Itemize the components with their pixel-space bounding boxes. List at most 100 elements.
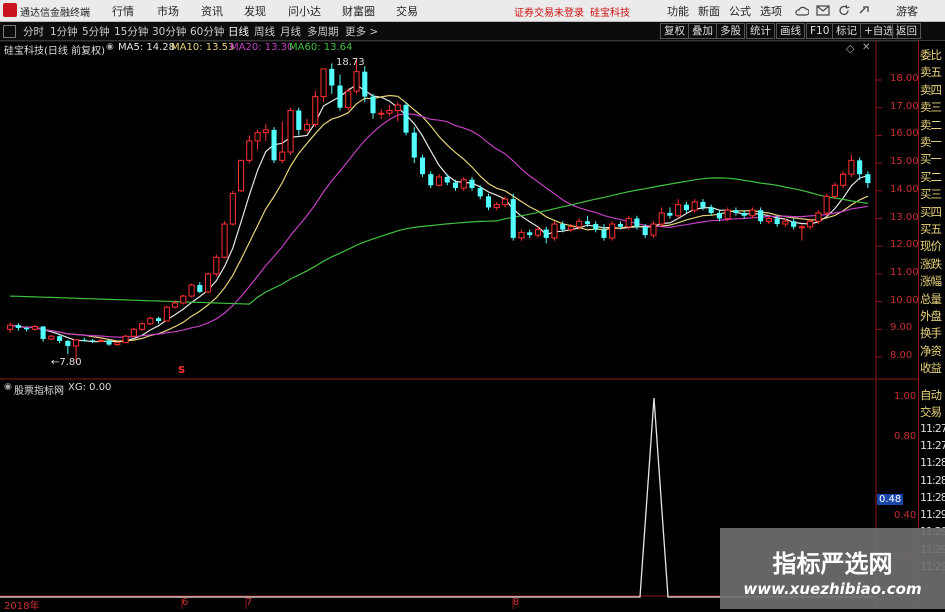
quote-label: 卖三 <box>920 100 942 115</box>
candle-body <box>625 218 632 228</box>
mail-icon[interactable] <box>816 4 830 17</box>
tab-more[interactable]: 更多 > <box>345 24 378 39</box>
candle <box>857 157 863 180</box>
price-tick: 12.00 <box>890 239 919 251</box>
candle-body <box>320 68 327 98</box>
button-overlay[interactable]: 叠加 <box>688 23 717 39</box>
candle-body <box>560 224 566 230</box>
menu-item-community[interactable]: 财富圈 <box>342 3 375 19</box>
quote-label: 外盘 <box>920 309 942 323</box>
menu-item-discover[interactable]: 发现 <box>244 3 266 19</box>
tab-intraday[interactable]: 分时 <box>23 24 44 39</box>
candle-body <box>658 212 665 225</box>
link-icon[interactable] <box>858 4 872 17</box>
tab-multi-period[interactable]: 多周期 <box>307 24 339 39</box>
candle <box>493 201 500 211</box>
login-warning[interactable]: 证券交易未登录 <box>514 4 584 19</box>
collapse-icon[interactable] <box>3 25 16 38</box>
indicator-title[interactable]: 股票指标网 <box>14 382 64 397</box>
candle <box>551 221 558 241</box>
quote-label: 收益 <box>920 361 942 376</box>
tab-30min[interactable]: 30分钟 <box>152 24 186 39</box>
candle-body <box>329 68 335 86</box>
candle <box>180 294 187 305</box>
quote-label: 买一 <box>920 152 942 167</box>
candle-body <box>419 157 426 175</box>
trade-label: 交易 <box>920 405 942 420</box>
tab-weekly[interactable]: 周线 <box>254 24 275 39</box>
refresh-icon[interactable] <box>837 4 851 17</box>
current-stock-name: 硅宝科技 <box>590 8 630 19</box>
candle <box>139 322 146 331</box>
button-mark[interactable]: 标记 <box>832 23 861 39</box>
candle <box>31 325 38 331</box>
candle-body <box>7 324 14 330</box>
candle-body <box>534 229 542 236</box>
tab-daily[interactable]: 日线 <box>228 24 249 39</box>
menu-item-new-page[interactable]: 新面 <box>698 3 720 19</box>
button-multi-stock[interactable]: 多股 <box>716 23 745 39</box>
candle-body <box>24 327 30 330</box>
menu-item-formula[interactable]: 公式 <box>729 3 751 19</box>
tab-1min[interactable]: 1分钟 <box>50 24 78 39</box>
candle-body <box>477 188 483 197</box>
quote-label: 买五 <box>920 222 942 236</box>
candle-body <box>551 223 558 239</box>
menu-item-options[interactable]: 选项 <box>760 3 782 19</box>
candle <box>667 207 673 219</box>
quote-label: 买二 <box>920 169 942 184</box>
candle-body <box>782 220 789 225</box>
candle-body <box>271 129 277 161</box>
candle-body <box>246 140 253 161</box>
candle <box>543 226 549 244</box>
button-f10[interactable]: F10 <box>806 23 834 39</box>
candle-body <box>90 340 96 342</box>
candle <box>163 305 170 322</box>
tab-15min[interactable]: 15分钟 <box>114 24 148 39</box>
candle <box>106 339 112 346</box>
menu-item-functions[interactable]: 功能 <box>667 3 689 19</box>
menu-item-market[interactable]: 行情 <box>112 3 134 19</box>
ma5-line <box>10 84 869 343</box>
button-stats[interactable]: 统计 <box>746 23 775 39</box>
menu-item-news[interactable]: 资讯 <box>201 3 223 19</box>
watermark: 指标严选网 www.xuezhibiao.com <box>720 528 945 609</box>
candle-body <box>197 284 203 292</box>
candle-body <box>15 325 21 328</box>
candle-body <box>312 96 319 125</box>
button-back[interactable]: 返回 <box>892 23 921 39</box>
candle-body <box>65 340 71 346</box>
guest-user[interactable]: 游客 <box>896 3 918 19</box>
candle-body <box>97 339 104 342</box>
candle <box>708 204 714 216</box>
menu-item-assistant[interactable]: 问小达 <box>288 3 321 19</box>
candle-body <box>601 229 607 238</box>
candle-body <box>617 224 624 227</box>
trade-time: 11:28 <box>920 473 945 487</box>
candle-body <box>122 335 129 344</box>
cloud-icon[interactable] <box>795 4 809 17</box>
menu-bar: 通达信金融终端 行情 市场 资讯 发现 问小达 财富圈 交易 证券交易未登录 硅… <box>0 0 945 22</box>
candle-body <box>691 201 698 211</box>
menu-item-trade[interactable]: 交易 <box>396 3 418 19</box>
ma20-line <box>10 113 868 338</box>
candle <box>510 193 516 241</box>
tab-monthly[interactable]: 月线 <box>280 24 301 39</box>
candle-body <box>57 336 63 341</box>
indicator-settings-icon[interactable]: ◉ <box>4 382 12 392</box>
button-adjust[interactable]: 复权 <box>660 23 689 39</box>
candle-body <box>527 232 533 236</box>
tab-5min[interactable]: 5分钟 <box>82 24 110 39</box>
button-draw[interactable]: 画线 <box>776 23 805 39</box>
menu-item-markets[interactable]: 市场 <box>157 3 179 19</box>
candle-body <box>642 226 648 236</box>
trade-time: 11:29 <box>920 508 945 522</box>
candle <box>362 66 368 103</box>
quote-label: 换手 <box>920 326 942 341</box>
candle <box>15 323 21 331</box>
tab-60min[interactable]: 60分钟 <box>190 24 224 39</box>
high-price-label: 18.73 <box>336 57 365 68</box>
candle <box>90 338 96 344</box>
candle <box>370 93 376 119</box>
candle-body <box>865 174 871 184</box>
